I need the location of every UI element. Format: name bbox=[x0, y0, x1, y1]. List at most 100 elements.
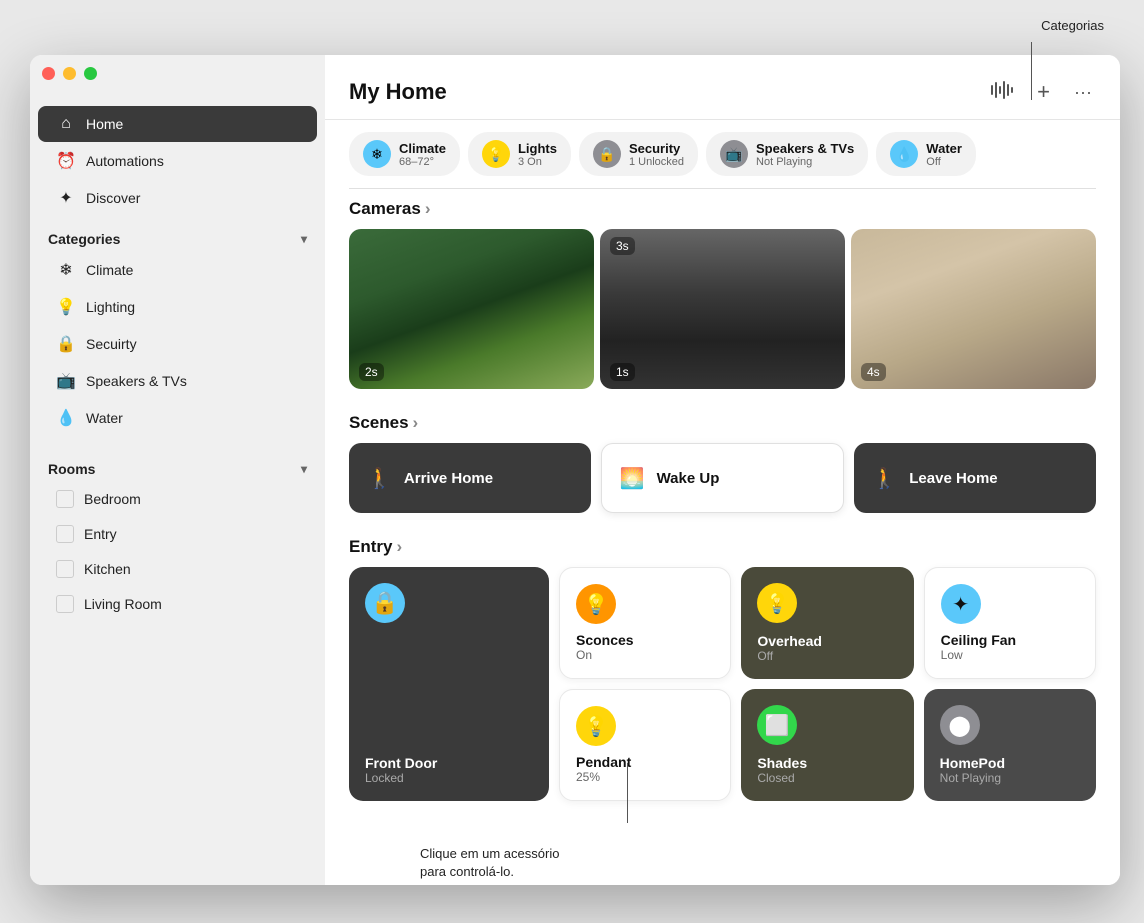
device-icon-sconces: 💡 bbox=[576, 584, 616, 624]
chip-text-speakers-tvs: Speakers & TVs Not Playing bbox=[756, 141, 854, 168]
chip-security[interactable]: 🔒 Security 1 Unlocked bbox=[579, 132, 698, 176]
scene-card-arrive-home[interactable]: 🚶 Arrive Home bbox=[349, 443, 591, 513]
device-name-overhead: Overhead bbox=[757, 633, 897, 649]
chip-label-security: Security bbox=[629, 141, 684, 156]
device-card-overhead[interactable]: 💡 Overhead Off bbox=[741, 567, 913, 679]
scenes-row: 🚶 Arrive Home 🌅 Wake Up 🚶 Leave Home bbox=[325, 439, 1120, 527]
close-button[interactable] bbox=[42, 67, 55, 80]
chip-label-speakers-tvs: Speakers & TVs bbox=[756, 141, 854, 156]
sidebar-item-automations[interactable]: ⏰ Automations bbox=[38, 143, 317, 179]
scene-card-leave-home[interactable]: 🚶 Leave Home bbox=[854, 443, 1096, 513]
scene-label-leave-home: Leave Home bbox=[909, 470, 997, 487]
device-top-front-door: 🔒 bbox=[365, 583, 533, 623]
device-name-ceiling-fan: Ceiling Fan bbox=[941, 632, 1079, 648]
sidebar-icon-lighting: 💡 bbox=[56, 297, 76, 317]
cameras-section-header[interactable]: Cameras › bbox=[325, 189, 1120, 225]
chip-value-security: 1 Unlocked bbox=[629, 156, 684, 168]
sidebar-label-bedroom: Bedroom bbox=[84, 491, 141, 507]
rooms-label: Rooms bbox=[48, 461, 95, 477]
sidebar-label-security: Secuirty bbox=[86, 336, 137, 352]
header-actions: + ··· bbox=[987, 75, 1096, 109]
device-card-ceiling-fan[interactable]: ✦ Ceiling Fan Low bbox=[924, 567, 1096, 679]
sidebar-item-bedroom[interactable]: Bedroom bbox=[38, 482, 317, 516]
chip-water[interactable]: 💧 Water Off bbox=[876, 132, 976, 176]
sidebar-rooms-header[interactable]: Rooms ▾ bbox=[30, 447, 325, 481]
sidebar-item-kitchen[interactable]: Kitchen bbox=[38, 552, 317, 586]
sidebar: ⌂ Home⏰ Automations✦ Discover Categories… bbox=[30, 55, 325, 885]
minimize-button[interactable] bbox=[63, 67, 76, 80]
sidebar-label-speakers-tvs: Speakers & TVs bbox=[86, 373, 187, 389]
sidebar-icon-entry bbox=[56, 525, 74, 543]
sidebar-rooms: Bedroom Entry Kitchen Living Room bbox=[30, 481, 325, 622]
sidebar-item-security[interactable]: 🔒 Secuirty bbox=[38, 326, 317, 362]
sidebar-label-discover: Discover bbox=[86, 190, 140, 206]
camera-timer: 4s bbox=[861, 363, 886, 381]
device-top-overhead: 💡 bbox=[757, 583, 897, 623]
annotation-top: Categorias bbox=[1041, 18, 1104, 33]
waveform-button[interactable] bbox=[987, 77, 1017, 108]
device-top-sconces: 💡 bbox=[576, 584, 714, 624]
camera-timer: 2s bbox=[359, 363, 384, 381]
more-button[interactable]: ··· bbox=[1070, 78, 1096, 107]
sidebar-item-climate[interactable]: ❄ Climate bbox=[38, 252, 317, 288]
chip-speakers-tvs[interactable]: 📺 Speakers & TVs Not Playing bbox=[706, 132, 868, 176]
sidebar-item-water[interactable]: 💧 Water bbox=[38, 400, 317, 436]
chip-climate[interactable]: ❄ Climate 68–72° bbox=[349, 132, 460, 176]
camera-card[interactable]: 3s 1s bbox=[600, 229, 845, 389]
chip-value-lights: 3 On bbox=[518, 156, 557, 168]
camera-card[interactable]: 4s bbox=[851, 229, 1096, 389]
sidebar-icon-climate: ❄ bbox=[56, 260, 76, 280]
scene-label-wake-up: Wake Up bbox=[657, 470, 720, 487]
sidebar-label-home: Home bbox=[86, 116, 123, 132]
camera-timer: 3s bbox=[610, 237, 635, 255]
sidebar-item-speakers-tvs[interactable]: 📺 Speakers & TVs bbox=[38, 363, 317, 399]
device-card-front-door[interactable]: 🔒 Front Door Locked bbox=[349, 567, 549, 801]
device-card-shades[interactable]: ⬜ Shades Closed bbox=[741, 689, 913, 801]
sidebar-item-living-room[interactable]: Living Room bbox=[38, 587, 317, 621]
categories-chevron: ▾ bbox=[301, 232, 307, 246]
device-name-front-door: Front Door bbox=[365, 755, 533, 771]
sidebar-icon-bedroom bbox=[56, 490, 74, 508]
sidebar-icon-automations: ⏰ bbox=[56, 151, 76, 171]
sidebar-icon-discover: ✦ bbox=[56, 188, 76, 208]
device-icon-front-door: 🔒 bbox=[365, 583, 405, 623]
device-card-sconces[interactable]: 💡 Sconces On bbox=[559, 567, 731, 679]
scene-icon-arrive-home: 🚶 bbox=[367, 466, 392, 491]
chip-lights[interactable]: 💡 Lights 3 On bbox=[468, 132, 571, 176]
device-icon-shades: ⬜ bbox=[757, 705, 797, 745]
chip-text-water: Water Off bbox=[926, 141, 962, 168]
scenes-section-header[interactable]: Scenes › bbox=[325, 403, 1120, 439]
sidebar-item-entry[interactable]: Entry bbox=[38, 517, 317, 551]
device-card-homepod[interactable]: ⬤ HomePod Not Playing bbox=[924, 689, 1096, 801]
scene-label-arrive-home: Arrive Home bbox=[404, 470, 493, 487]
scene-card-wake-up[interactable]: 🌅 Wake Up bbox=[601, 443, 845, 513]
camera-timer-bottom: 1s bbox=[610, 363, 635, 381]
add-button[interactable]: + bbox=[1033, 75, 1054, 109]
device-status-overhead: Off bbox=[757, 649, 897, 663]
chip-text-security: Security 1 Unlocked bbox=[629, 141, 684, 168]
sidebar-categories-header[interactable]: Categories ▾ bbox=[30, 217, 325, 251]
sidebar-label-lighting: Lighting bbox=[86, 299, 135, 315]
sidebar-label-kitchen: Kitchen bbox=[84, 561, 131, 577]
page-title: My Home bbox=[349, 79, 447, 105]
chip-label-climate: Climate bbox=[399, 141, 446, 156]
camera-card[interactable]: 2s bbox=[349, 229, 594, 389]
annotation-bottom: Clique em um acessório para controlá-lo. bbox=[420, 845, 559, 881]
device-icon-ceiling-fan: ✦ bbox=[941, 584, 981, 624]
device-top-ceiling-fan: ✦ bbox=[941, 584, 1079, 624]
sidebar-item-lighting[interactable]: 💡 Lighting bbox=[38, 289, 317, 325]
sidebar-icon-home: ⌂ bbox=[56, 114, 76, 134]
annotation-line-top bbox=[1031, 42, 1032, 100]
sidebar-item-home[interactable]: ⌂ Home bbox=[38, 106, 317, 142]
sidebar-icon-security: 🔒 bbox=[56, 334, 76, 354]
categories-label: Categories bbox=[48, 231, 120, 247]
maximize-button[interactable] bbox=[84, 67, 97, 80]
waveform-icon bbox=[991, 81, 1013, 99]
entry-section-header[interactable]: Entry › bbox=[325, 527, 1120, 563]
scene-icon-wake-up: 🌅 bbox=[620, 466, 645, 491]
chip-text-lights: Lights 3 On bbox=[518, 141, 557, 168]
cameras-label: Cameras bbox=[349, 199, 421, 219]
device-card-pendant[interactable]: 💡 Pendant 25% bbox=[559, 689, 731, 801]
sidebar-item-discover[interactable]: ✦ Discover bbox=[38, 180, 317, 216]
chip-value-climate: 68–72° bbox=[399, 156, 446, 168]
